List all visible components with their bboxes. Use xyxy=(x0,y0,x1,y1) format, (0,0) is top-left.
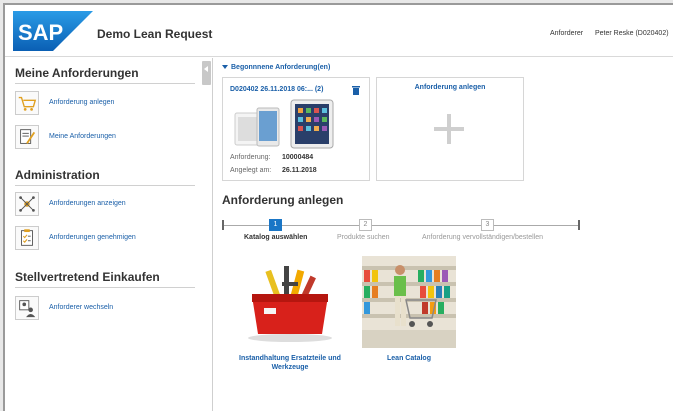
switch-user-icon xyxy=(15,296,39,320)
sidebar-item-anforderer-wechseln[interactable]: Anforderer wechseln xyxy=(15,296,195,322)
ipad-white-image xyxy=(234,107,280,147)
user-menu[interactable]: Peter Reske (D020402) xyxy=(595,30,669,37)
cart-icon xyxy=(15,91,39,115)
section-title-meine-anforderungen: Meine Anforderungen xyxy=(15,66,139,80)
network-icon xyxy=(15,192,39,216)
sidebar-item-label: Anforderer wechseln xyxy=(49,304,114,311)
ipad-image xyxy=(290,99,334,149)
page-title: Anforderung anlegen xyxy=(222,193,344,207)
tile-title[interactable]: D020402 26.11.2018 06:... (2) xyxy=(230,86,323,93)
wizard-end-marker xyxy=(578,220,580,230)
wizard-step-2[interactable]: 2 xyxy=(359,219,372,231)
sidebar-item-anforderung-anlegen[interactable]: Anforderung anlegen xyxy=(15,91,195,117)
catalog-label[interactable]: Instandhaltung Ersatzteile und Werkzeuge xyxy=(230,354,350,372)
divider xyxy=(15,83,195,84)
sidebar-item-label: Anforderungen genehmigen xyxy=(49,234,136,241)
new-request-tile[interactable]: Anforderung anlegen xyxy=(376,77,524,181)
app-title: Demo Lean Request xyxy=(97,27,213,41)
sap-logo: SAP xyxy=(13,11,93,51)
sidebar-item-anforderungen-anzeigen[interactable]: Anforderungen anzeigen xyxy=(15,192,195,218)
chevron-left-icon xyxy=(204,66,208,72)
wizard-step-label: Katalog auswählen xyxy=(244,234,308,241)
toolbox-image xyxy=(230,256,350,348)
created-date: Angelegt am: 26.11.2018 xyxy=(230,167,317,174)
svg-text:SAP: SAP xyxy=(18,20,63,45)
sidebar-item-label: Anforderungen anzeigen xyxy=(49,200,126,207)
sidebar-collapse-button[interactable] xyxy=(202,61,211,85)
shell-header: SAP Demo Lean Request Anforderer Peter R… xyxy=(5,5,673,57)
sidebar-item-label: Anforderung anlegen xyxy=(49,99,115,106)
request-number: Anforderung: 10000484 xyxy=(230,154,314,161)
draft-request-tile[interactable]: D020402 26.11.2018 06:... (2) Anforderun… xyxy=(222,77,370,181)
checklist-icon xyxy=(15,226,39,250)
sidebar-item-label: Meine Anforderungen xyxy=(49,133,116,140)
sidebar-item-anforderungen-genehmigen[interactable]: Anforderungen genehmigen xyxy=(15,226,195,252)
wizard-step-1[interactable]: 1 xyxy=(269,219,282,231)
wizard-start-marker xyxy=(222,220,224,230)
wizard-step-label: Anforderung vervollständigen/bestellen xyxy=(422,234,544,241)
section-title-stellvertretend-einkaufen: Stellvertretend Einkaufen xyxy=(15,270,160,284)
app-window: SAP Demo Lean Request Anforderer Peter R… xyxy=(3,3,673,411)
user-role: Anforderer xyxy=(550,30,584,37)
group-header[interactable]: Begonnnene Anforderung(en) xyxy=(222,64,330,71)
trash-icon[interactable] xyxy=(352,85,360,95)
section-title-administration: Administration xyxy=(15,168,100,182)
wizard-step-3[interactable]: 3 xyxy=(481,219,494,231)
triangle-down-icon xyxy=(222,65,228,70)
edit-document-icon xyxy=(15,125,39,149)
main-content: Begonnnene Anforderung(en) D020402 26.11… xyxy=(214,58,673,411)
sidebar-item-meine-anforderungen[interactable]: Meine Anforderungen xyxy=(15,125,195,151)
wizard-step-label: Produkte suchen xyxy=(337,234,390,241)
plus-icon xyxy=(434,114,464,144)
supermarket-image xyxy=(362,256,456,348)
divider xyxy=(15,185,195,186)
divider xyxy=(15,287,195,288)
catalog-label[interactable]: Lean Catalog xyxy=(362,354,456,363)
sidebar: Meine Anforderungen Anforderung anlegen … xyxy=(5,58,213,411)
tile-title: Anforderung anlegen xyxy=(414,84,486,91)
